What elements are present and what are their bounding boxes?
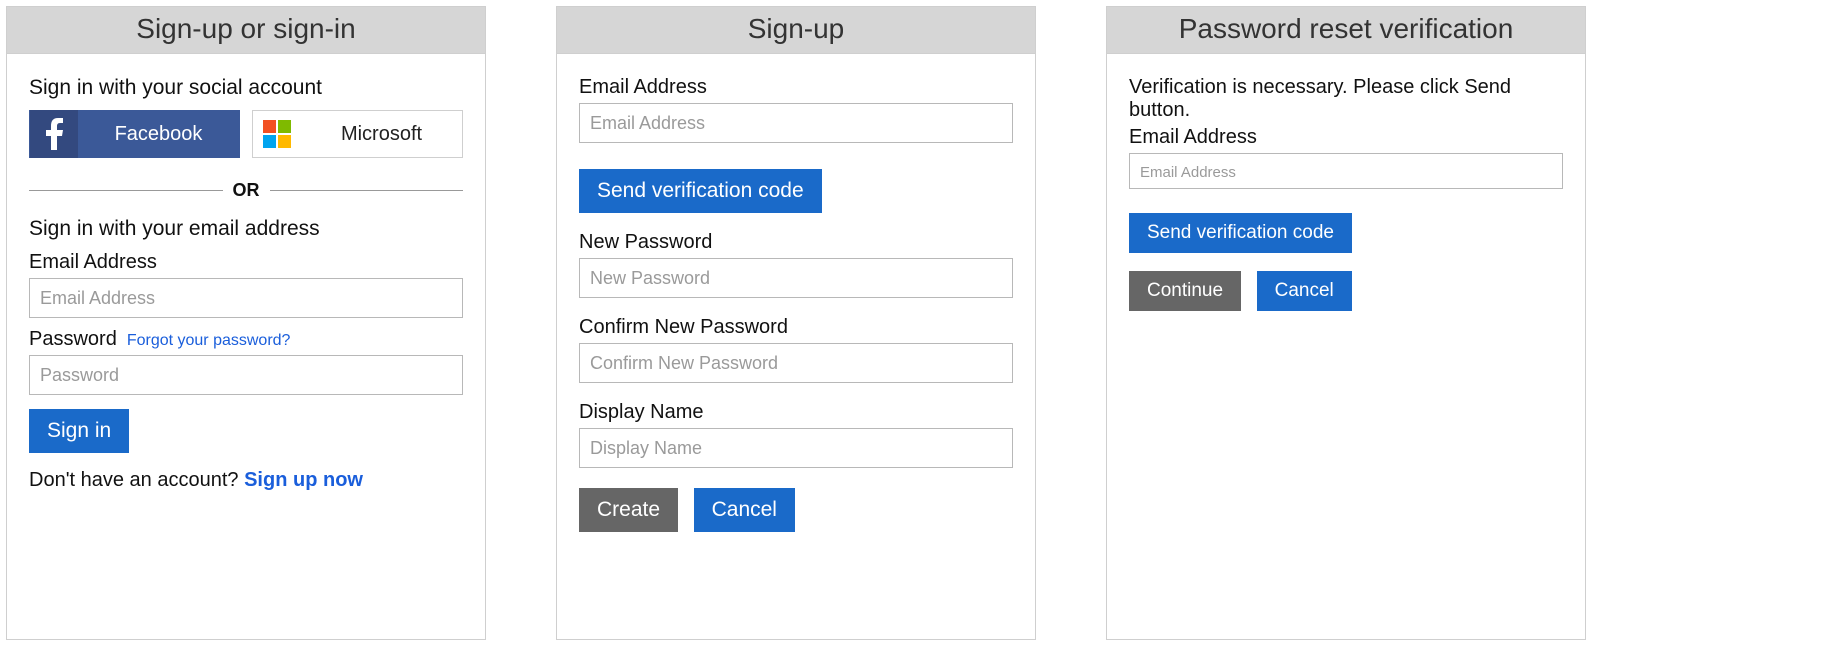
create-button[interactable]: Create (579, 488, 678, 532)
signup-email-label: Email Address (579, 76, 707, 99)
reset-title: Password reset verification (1107, 7, 1585, 54)
send-code-button[interactable]: Send verification code (579, 169, 822, 213)
signup-cancel-button[interactable]: Cancel (694, 488, 795, 532)
social-heading: Sign in with your social account (29, 76, 463, 100)
facebook-label: Facebook (78, 123, 239, 146)
email-label: Email Address (29, 251, 157, 274)
confirm-password-label: Confirm New Password (579, 316, 788, 339)
no-account-text: Don't have an account? (29, 469, 239, 491)
reset-panel: Password reset verification Verification… (1106, 6, 1586, 640)
signin-title: Sign-up or sign-in (7, 7, 485, 54)
password-label: Password (29, 328, 117, 351)
signup-email-input[interactable] (579, 103, 1013, 143)
signup-title: Sign-up (557, 7, 1035, 54)
reset-email-label: Email Address (1129, 126, 1563, 149)
facebook-button[interactable]: Facebook (29, 110, 240, 158)
continue-button[interactable]: Continue (1129, 271, 1241, 311)
reset-intro-text: Verification is necessary. Please click … (1129, 76, 1563, 122)
microsoft-button[interactable]: Microsoft (252, 110, 463, 158)
reset-send-code-button[interactable]: Send verification code (1129, 213, 1352, 253)
confirm-password-input[interactable] (579, 343, 1013, 383)
signup-now-link[interactable]: Sign up now (244, 469, 363, 491)
signup-panel: Sign-up Email Address Send verification … (556, 6, 1036, 640)
microsoft-label: Microsoft (301, 123, 462, 146)
display-name-input[interactable] (579, 428, 1013, 468)
signin-button[interactable]: Sign in (29, 409, 129, 453)
forgot-password-link[interactable]: Forgot your password? (127, 332, 291, 350)
microsoft-icon (253, 110, 301, 158)
facebook-icon (30, 110, 78, 158)
or-text: OR (233, 180, 260, 201)
or-divider: OR (29, 180, 463, 201)
reset-email-input[interactable] (1129, 153, 1563, 189)
password-input[interactable] (29, 355, 463, 395)
email-heading: Sign in with your email address (29, 217, 463, 241)
signin-panel: Sign-up or sign-in Sign in with your soc… (6, 6, 486, 640)
reset-cancel-button[interactable]: Cancel (1257, 271, 1352, 311)
display-name-label: Display Name (579, 401, 703, 424)
new-password-input[interactable] (579, 258, 1013, 298)
new-password-label: New Password (579, 231, 712, 254)
email-input[interactable] (29, 278, 463, 318)
